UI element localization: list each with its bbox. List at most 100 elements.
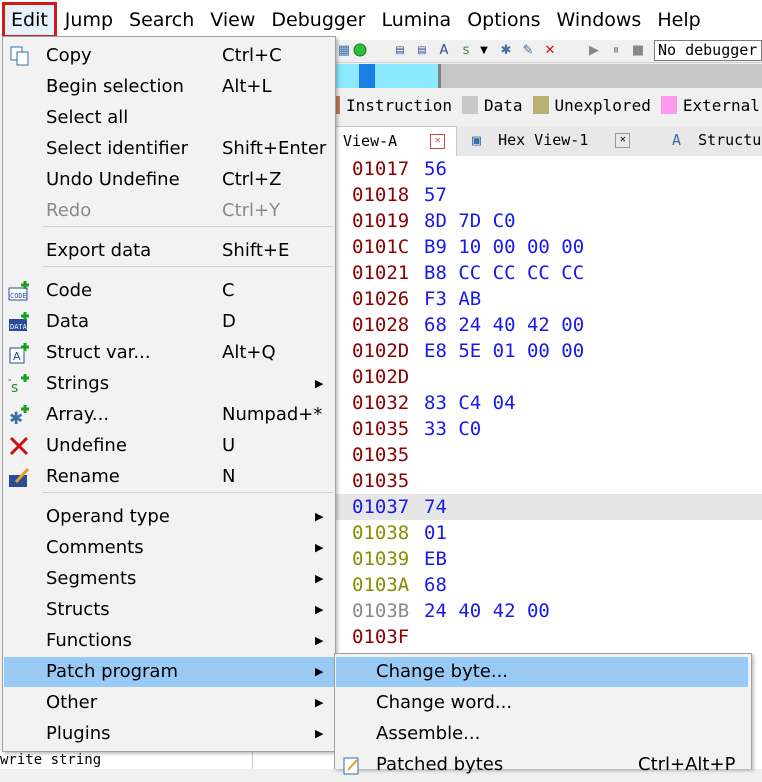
menu-item-select-identifier[interactable]: Select identifier Shift+Enter	[4, 134, 334, 164]
tab-ida-view[interactable]: View-A ✕	[330, 126, 457, 157]
menu-item-undefine[interactable]: Undefine U	[4, 431, 334, 461]
menu-help[interactable]: Help	[649, 2, 708, 38]
menu-item-array[interactable]: ✱ Array... Numpad+*	[4, 400, 334, 430]
toolbar-data-icon[interactable]: ▤	[414, 43, 430, 59]
navigation-band[interactable]	[330, 64, 762, 88]
menu-item-label: Begin selection	[46, 76, 184, 97]
toolbar-struct-icon[interactable]: A	[436, 43, 452, 59]
code-line[interactable]: 0102D	[330, 364, 762, 390]
code-line[interactable]: 01039 EB	[330, 546, 762, 572]
code-line[interactable]: 01038 01	[330, 520, 762, 546]
menu-debugger[interactable]: Debugger	[263, 2, 373, 38]
menu-windows[interactable]: Windows	[549, 2, 650, 38]
tab-label: Hex View-1	[498, 131, 589, 149]
code-address: 0103F	[352, 626, 410, 648]
menu-edit[interactable]: Edit	[2, 2, 57, 38]
code-address: 01032	[352, 392, 410, 414]
code-line[interactable]: 01017 56	[330, 156, 762, 182]
menu-item-label: Array...	[46, 404, 110, 425]
code-line[interactable]: 01018 57	[330, 182, 762, 208]
menu-item-label: Segments	[46, 568, 137, 589]
code-line[interactable]: 01037 74	[330, 494, 762, 520]
submenu-item-assemble[interactable]: Assemble...	[336, 719, 748, 749]
menu-item-functions[interactable]: Functions ▶	[4, 626, 334, 656]
menu-item-begin-selection[interactable]: Begin selection Alt+L	[4, 72, 334, 102]
menu-item-structs[interactable]: Structs ▶	[4, 595, 334, 625]
menu-item-comments[interactable]: Comments ▶	[4, 533, 334, 563]
close-icon[interactable]: ✕	[430, 134, 446, 149]
tab-structures[interactable]: A Structu	[664, 126, 762, 156]
legend-swatch-unexplored	[532, 96, 549, 114]
menu-item-other[interactable]: Other ▶	[4, 688, 334, 718]
code-line[interactable]: 0102D E8 5E 01 00 00	[330, 338, 762, 364]
menu-separator	[43, 266, 333, 267]
submenu-item-change-byte[interactable]: Change byte...	[336, 657, 748, 687]
code-line[interactable]: 01026 F3 AB	[330, 286, 762, 312]
toolbar-code-icon[interactable]: ▤	[392, 43, 408, 59]
code-bytes: 33 C0	[424, 418, 482, 440]
code-line[interactable]: 01035	[330, 442, 762, 468]
submenu-arrow-icon: ▶	[315, 541, 324, 554]
menu-item-operand-type[interactable]: Operand type ▶	[4, 502, 334, 532]
menu-item-plugins[interactable]: Plugins ▶	[4, 719, 334, 749]
menu-item-segments[interactable]: Segments ▶	[4, 564, 334, 594]
toolbar-array-icon[interactable]: ✱	[498, 43, 514, 59]
menu-item-rename[interactable]: Rename N	[4, 462, 334, 492]
code-line[interactable]: 0103F	[330, 624, 762, 650]
menu-item-strings[interactable]: s " Strings ▶	[4, 369, 334, 399]
toolbar-strings-icon[interactable]: s	[458, 43, 474, 59]
menu-item-select-all[interactable]: Select all	[4, 103, 334, 133]
menu-item-shortcut: Numpad+*	[222, 404, 323, 425]
menu-item-label: Comments	[46, 537, 144, 558]
submenu-item-patched-bytes[interactable]: Patched bytes Ctrl+Alt+P	[336, 750, 748, 780]
menu-item-redo: Redo Ctrl+Y	[4, 196, 334, 226]
code-line[interactable]: 01035	[330, 468, 762, 494]
code-address: 01037	[352, 496, 410, 518]
code-line[interactable]: 01028 68 24 40 42 00	[330, 312, 762, 338]
code-line[interactable]: 01032 83 C4 04	[330, 390, 762, 416]
menu-item-label: Rename	[46, 466, 120, 487]
code-line[interactable]: 0103A 68	[330, 572, 762, 598]
menu-item-label: Structs	[46, 599, 110, 620]
code-address: 0103B	[352, 600, 410, 622]
submenu-item-change-word[interactable]: Change word...	[336, 688, 748, 718]
menu-item-data[interactable]: DATA Data D	[4, 307, 334, 337]
code-line[interactable]: 0103B 24 40 42 00	[330, 598, 762, 624]
menu-item-code[interactable]: CODE Code C	[4, 276, 334, 306]
menu-item-label: Export data	[46, 240, 152, 261]
code-line[interactable]: 0101C B9 10 00 00 00	[330, 234, 762, 260]
menu-separator	[43, 226, 333, 227]
close-icon[interactable]: ✕	[615, 133, 631, 148]
stop-icon[interactable]: ■	[630, 43, 646, 59]
pause-icon[interactable]: ⏸	[608, 43, 624, 59]
menu-item-export-data[interactable]: Export data Shift+E	[4, 236, 334, 266]
code-line[interactable]: 01019 8D 7D C0	[330, 208, 762, 234]
code-bytes: 57	[424, 184, 447, 206]
menu-item-undo-undefine[interactable]: Undo Undefine Ctrl+Z	[4, 165, 334, 195]
menu-lumina[interactable]: Lumina	[373, 2, 459, 38]
menu-item-struct-var[interactable]: A Struct var... Alt+Q	[4, 338, 334, 368]
menu-item-copy[interactable]: Copy Ctrl+C	[4, 41, 334, 71]
menu-view[interactable]: View	[202, 2, 263, 38]
menu-options[interactable]: Options	[459, 2, 548, 38]
green-circle-icon[interactable]	[352, 43, 368, 59]
menu-item-patch-program[interactable]: Patch program ▶	[4, 657, 334, 687]
menu-item-shortcut: Ctrl+Z	[222, 169, 282, 190]
menu-search[interactable]: Search	[121, 2, 202, 38]
code-address: 01035	[352, 470, 410, 492]
code-line[interactable]: 01021 B8 CC CC CC CC	[330, 260, 762, 286]
code-address: 01021	[352, 262, 410, 284]
tab-hex-view[interactable]: ▣ Hex View-1 ✕	[464, 126, 634, 156]
output-divider	[252, 751, 333, 769]
play-icon[interactable]: ▶	[586, 43, 602, 59]
svg-text:CODE: CODE	[10, 292, 27, 300]
toolbar-icon-a[interactable]: ▦	[336, 43, 352, 59]
toolbar-rename-icon[interactable]: ✎	[520, 43, 536, 59]
menu-item-shortcut: Alt+L	[222, 76, 272, 97]
chevron-down-icon[interactable]: ▼	[476, 43, 492, 59]
menu-jump[interactable]: Jump	[57, 2, 121, 38]
debugger-select[interactable]: No debugger	[654, 40, 762, 61]
toolbar-undefine-icon[interactable]: ✕	[542, 43, 558, 59]
nav-band-cursor	[359, 64, 375, 88]
code-line[interactable]: 01035 33 C0	[330, 416, 762, 442]
